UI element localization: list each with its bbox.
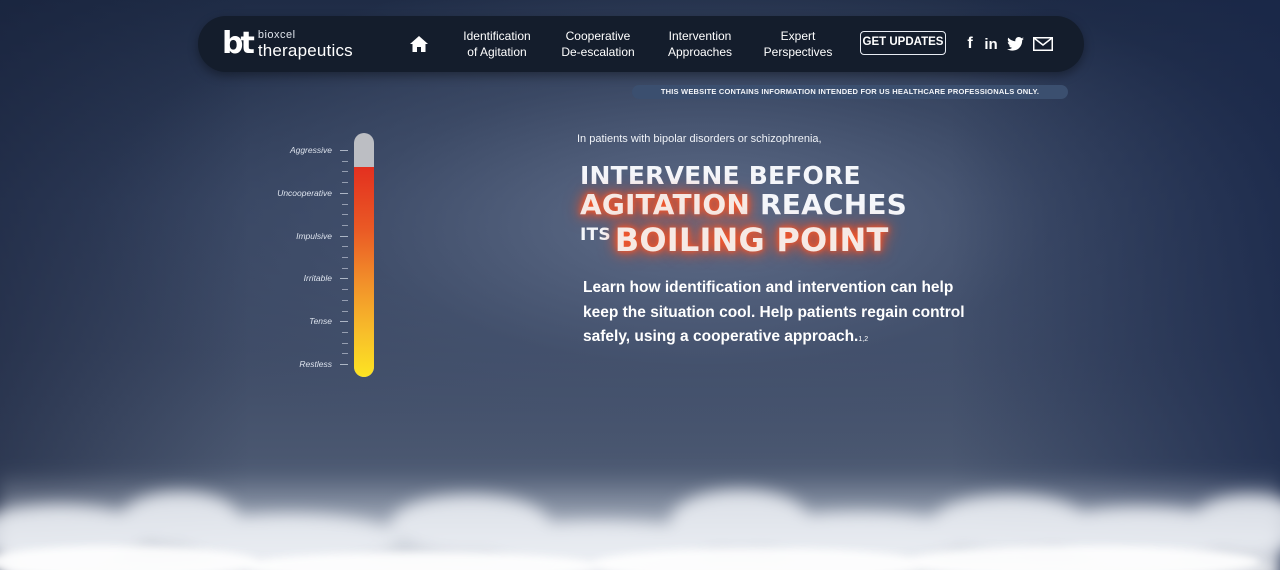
- scale-tick-major: [340, 278, 348, 279]
- scale-tick-major: [340, 150, 348, 151]
- scale-tick-minor: [342, 332, 348, 333]
- nav-expert-perspectives[interactable]: Expert Perspectives: [754, 28, 842, 60]
- level-label-aggressive: Aggressive: [289, 145, 332, 155]
- hcp-disclaimer-banner: THIS WEBSITE CONTAINS INFORMATION INTEND…: [632, 85, 1068, 99]
- twitter-icon[interactable]: [1006, 35, 1024, 53]
- logo-mark: bt: [222, 26, 255, 61]
- nav-intervention-approaches[interactable]: Intervention Approaches: [656, 28, 744, 60]
- thermometer-fill: [354, 167, 374, 377]
- agitation-thermometer: [354, 133, 374, 377]
- nav-link-line1: Identification: [463, 29, 531, 43]
- scale-tick-minor: [342, 268, 348, 269]
- thermometer-tube: [354, 133, 374, 377]
- scale-tick-major: [340, 321, 348, 322]
- scale-tick-minor: [342, 204, 348, 205]
- logo-top-text: bioxcel: [257, 28, 296, 41]
- headline-reaches: REACHES: [750, 188, 908, 221]
- hero-intro: In patients with bipolar disorders or sc…: [577, 133, 822, 145]
- scale-tick-minor: [342, 311, 348, 312]
- scale-tick-minor: [342, 182, 348, 183]
- get-updates-button[interactable]: GET UPDATES: [860, 31, 946, 55]
- linkedin-icon[interactable]: in: [982, 35, 1000, 53]
- scale-tick-minor: [342, 171, 348, 172]
- scale-tick-major: [340, 364, 348, 365]
- nav-link-line2: Perspectives: [763, 45, 833, 59]
- nav-link-line1: Expert: [780, 29, 816, 43]
- nav-link-line2: of Agitation: [467, 45, 527, 59]
- facebook-icon[interactable]: f: [964, 35, 976, 53]
- hero-body-text: Learn how identification and interventio…: [583, 279, 965, 345]
- headline-boiling-point: BOILING POINT: [614, 221, 889, 259]
- headline-line1: INTERVENE BEFORE: [580, 161, 861, 190]
- logo-wordmark: bioxcel therapeutics: [257, 28, 353, 60]
- headline-its: ITS: [580, 225, 611, 245]
- logo-bottom-text: therapeutics: [257, 40, 353, 60]
- level-label-irritable: Irritable: [303, 273, 332, 283]
- reference-marks: 1,2: [858, 336, 869, 343]
- nav-link-line1: Cooperative: [565, 29, 631, 43]
- headline-line2: AGITATION REACHES: [580, 188, 907, 221]
- mail-icon[interactable]: [1032, 35, 1054, 53]
- level-label-uncooperative: Uncooperative: [277, 188, 332, 198]
- scale-tick-minor: [342, 353, 348, 354]
- level-label-impulsive: Impulsive: [296, 231, 332, 241]
- headline-agitation: AGITATION: [580, 188, 751, 221]
- scale-tick-minor: [342, 289, 348, 290]
- scale-tick-major: [340, 193, 348, 194]
- scale-tick-minor: [342, 246, 348, 247]
- background-vignette-left: [0, 0, 250, 582]
- level-label-tense: Tense: [309, 316, 332, 326]
- scale-tick-minor: [342, 214, 348, 215]
- nav-link-line1: Intervention: [668, 29, 732, 43]
- bioxcel-logo[interactable]: bt bioxcel therapeutics: [222, 27, 353, 61]
- nav-link-line2: Approaches: [667, 45, 733, 59]
- scale-tick-minor: [342, 161, 348, 162]
- top-navigation: bt bioxcel therapeutics Identification o…: [198, 16, 1084, 72]
- smoke-decoration: [0, 470, 1280, 582]
- level-label-restless: Restless: [299, 359, 332, 369]
- scale-tick-minor: [342, 225, 348, 226]
- home-icon[interactable]: [410, 36, 428, 52]
- nav-cooperative-de-escalation[interactable]: Cooperative De-escalation: [554, 28, 642, 60]
- nav-link-line2: De-escalation: [561, 45, 635, 59]
- hero-body: Learn how identification and interventio…: [583, 276, 983, 353]
- scale-tick-minor: [342, 257, 348, 258]
- nav-identification-of-agitation[interactable]: Identification of Agitation: [454, 28, 540, 60]
- scale-tick-minor: [342, 300, 348, 301]
- headline-line3: ITS BOILING POINT: [580, 221, 889, 259]
- scale-tick-minor: [342, 343, 348, 344]
- scale-tick-major: [340, 236, 348, 237]
